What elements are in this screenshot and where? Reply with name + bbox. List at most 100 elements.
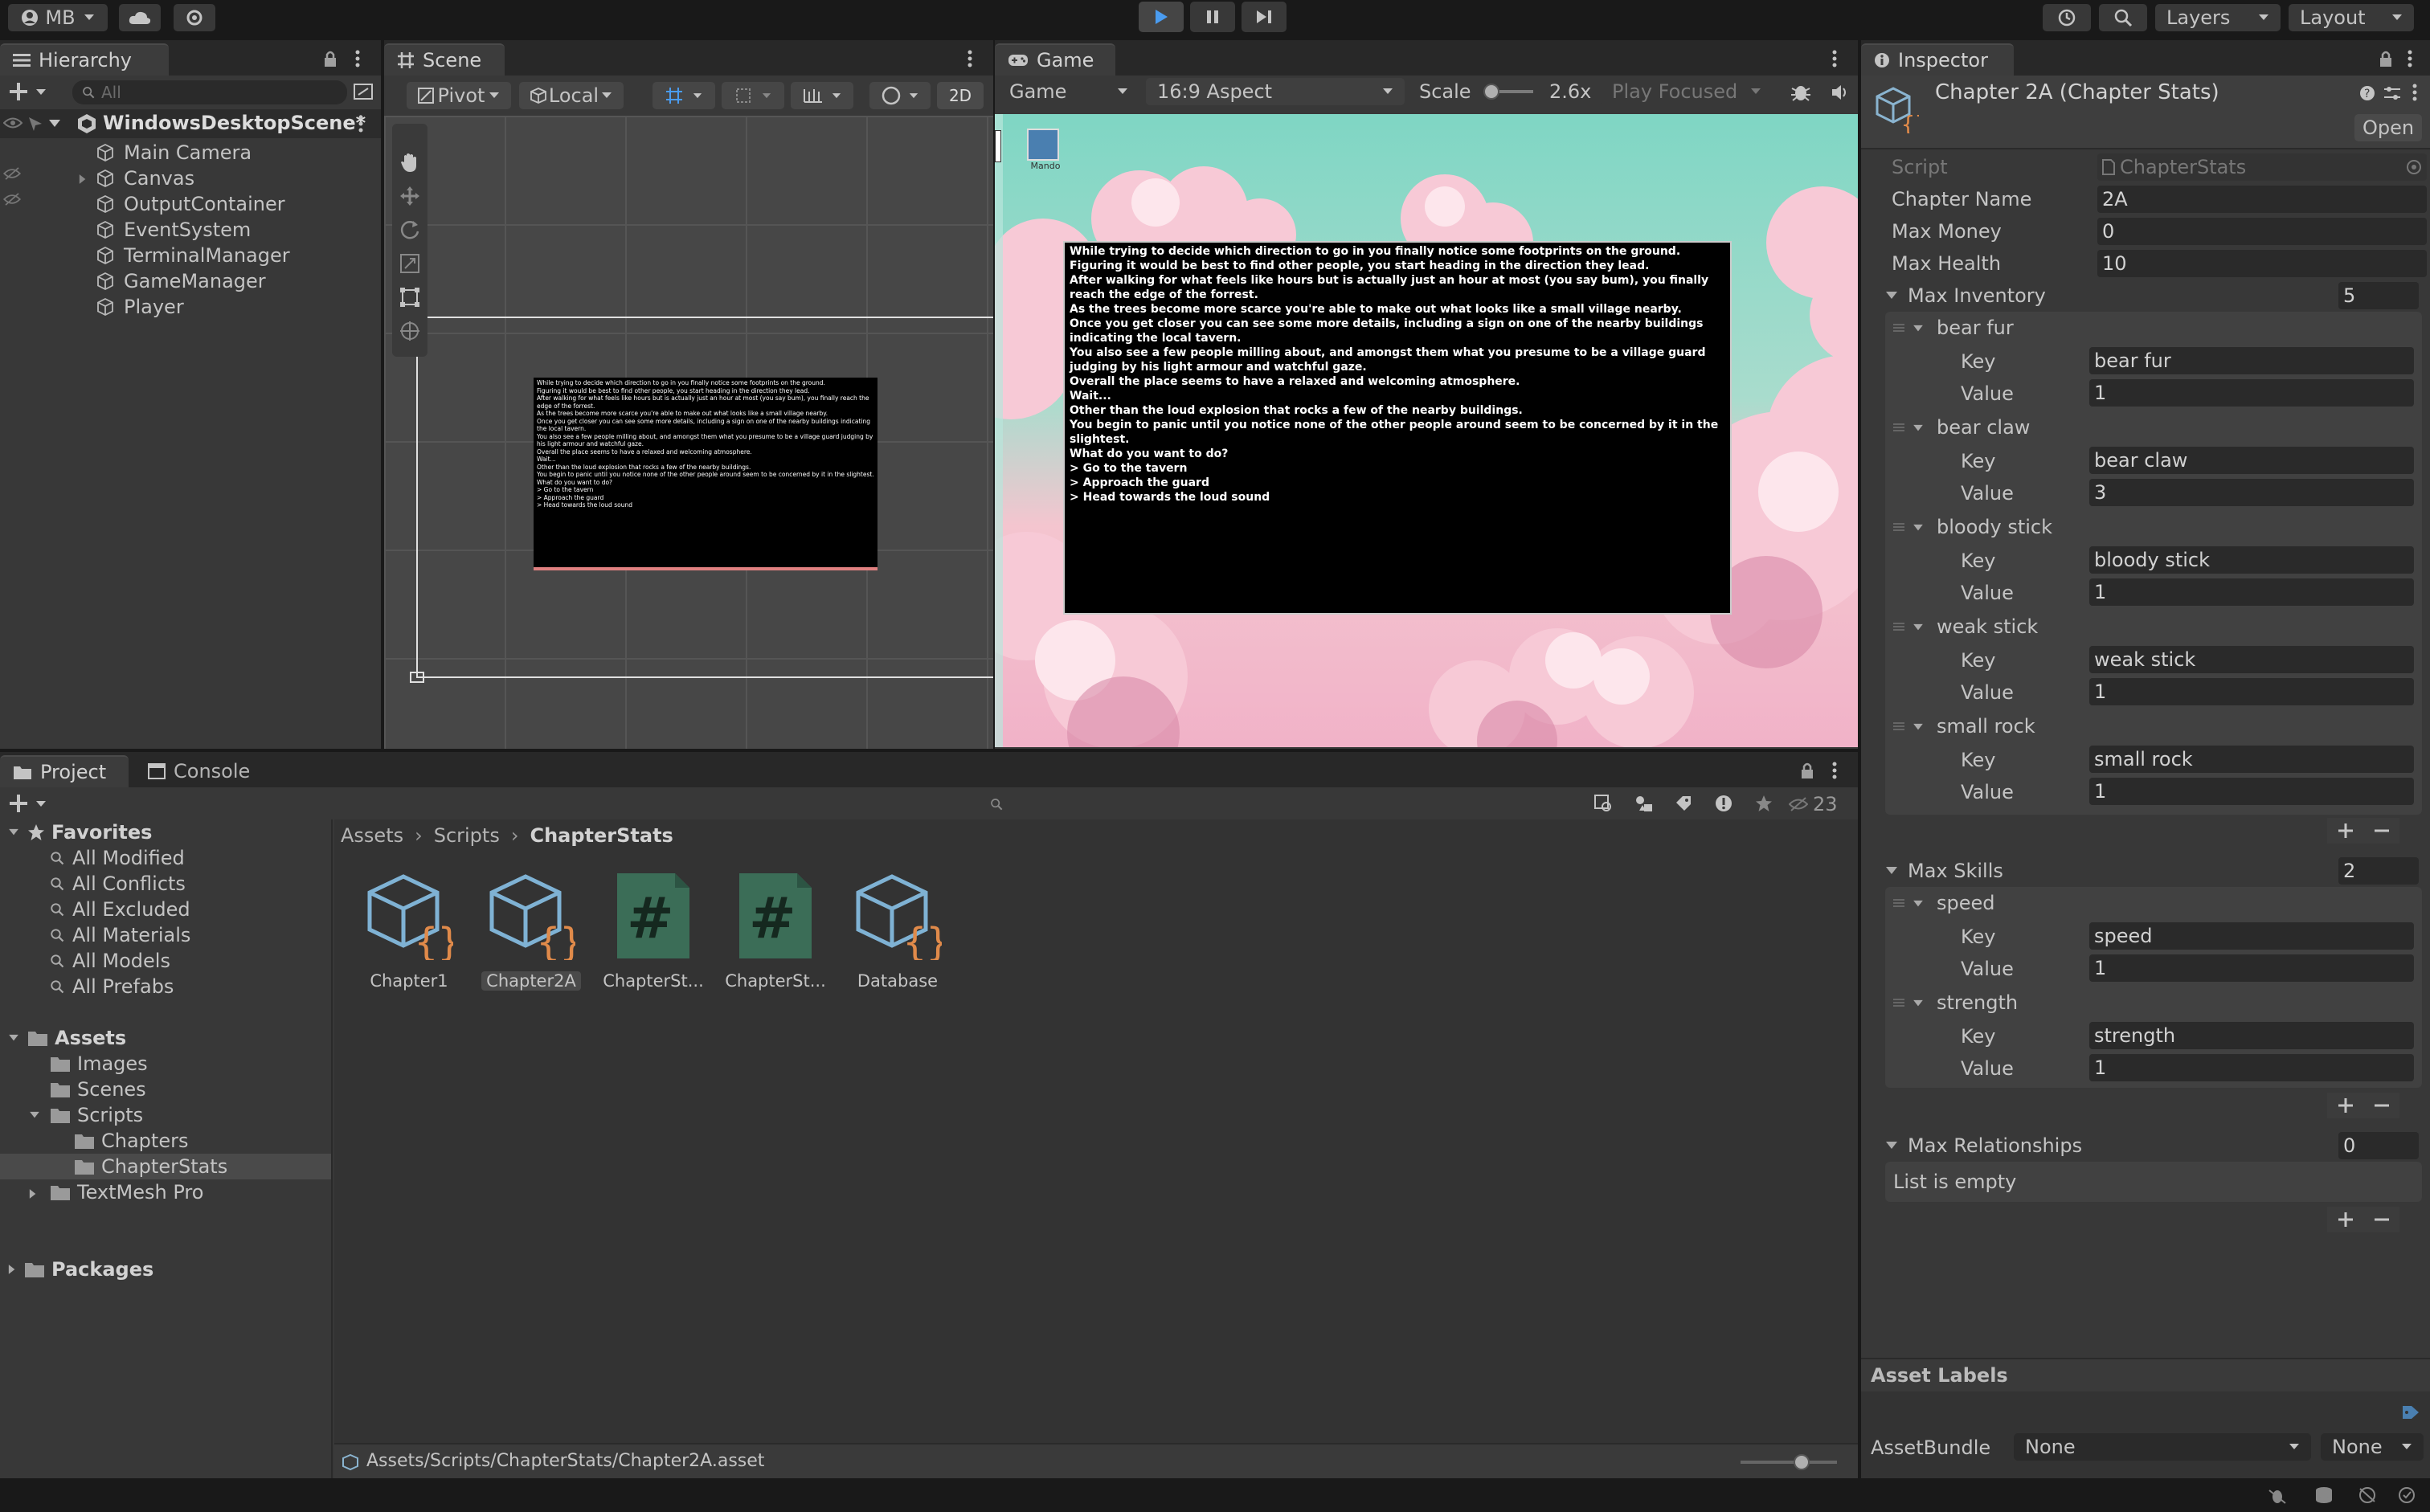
warning-filter-icon[interactable] bbox=[1715, 795, 1732, 812]
transform-tool-icon[interactable] bbox=[399, 320, 421, 342]
scale-slider-thumb[interactable] bbox=[1483, 84, 1499, 100]
key-field[interactable]: bear claw bbox=[2089, 447, 2414, 474]
terminal-window[interactable]: While trying to decide which direction t… bbox=[1063, 241, 1732, 615]
favorites-row[interactable]: Favorites bbox=[8, 819, 152, 845]
hierarchy-item[interactable]: Player bbox=[0, 294, 381, 320]
expand-arrow-icon[interactable] bbox=[1912, 623, 1924, 631]
preset-icon[interactable] bbox=[2383, 85, 2401, 101]
hierarchy-item[interactable]: OutputContainer bbox=[0, 191, 381, 217]
grid-snap-button[interactable] bbox=[652, 82, 715, 109]
max-health-field[interactable]: 10 bbox=[2097, 250, 2427, 277]
more-menu-icon[interactable] bbox=[358, 115, 363, 133]
value-field[interactable]: 3 bbox=[2089, 479, 2414, 506]
max-relationships-count[interactable]: 0 bbox=[2338, 1132, 2419, 1159]
lock-icon[interactable] bbox=[323, 50, 338, 67]
hierarchy-search-input[interactable]: All bbox=[72, 80, 347, 104]
asset-item[interactable]: # ChapterSt... bbox=[593, 868, 714, 991]
hierarchy-item[interactable]: TerminalManager bbox=[0, 243, 381, 268]
bug-reporter-icon[interactable] bbox=[2268, 1486, 2287, 1504]
expand-arrow-icon[interactable] bbox=[1912, 424, 1924, 432]
favorite-item[interactable]: All Materials bbox=[50, 922, 190, 948]
value-field[interactable]: 1 bbox=[2089, 954, 2414, 982]
max-skills-count[interactable]: 2 bbox=[2338, 857, 2419, 885]
hierarchy-item[interactable]: EventSystem bbox=[0, 217, 381, 243]
filter-by-type-icon[interactable] bbox=[1634, 795, 1654, 812]
project-search-input[interactable] bbox=[418, 792, 1575, 816]
expand-arrow-icon[interactable] bbox=[1912, 325, 1924, 333]
drag-handle-icon[interactable] bbox=[1893, 998, 1904, 1007]
folder-item[interactable]: ChapterStats bbox=[74, 1154, 227, 1179]
value-field[interactable]: 1 bbox=[2089, 379, 2414, 407]
max-inventory-header[interactable]: Max Inventory 5 bbox=[1885, 281, 2422, 310]
rect-tool-icon[interactable] bbox=[399, 286, 421, 309]
value-field[interactable]: 1 bbox=[2089, 578, 2414, 606]
search-button[interactable] bbox=[2099, 4, 2147, 31]
folder-item[interactable]: Chapters bbox=[74, 1128, 188, 1154]
cache-server-icon[interactable] bbox=[2314, 1486, 2334, 1504]
expand-arrow-right-icon[interactable] bbox=[79, 174, 87, 185]
value-field[interactable]: 1 bbox=[2089, 778, 2414, 805]
rotate-tool-icon[interactable] bbox=[399, 219, 421, 241]
drag-handle-icon[interactable] bbox=[1893, 721, 1904, 731]
desktop-icon[interactable]: Mando bbox=[1027, 129, 1064, 171]
2d-toggle-button[interactable]: 2D bbox=[937, 82, 984, 109]
scene-root-row[interactable]: WindowsDesktopScene* bbox=[0, 109, 381, 138]
assets-root-row[interactable]: Assets bbox=[8, 1025, 126, 1051]
network-icon[interactable] bbox=[2358, 1486, 2377, 1504]
pivot-dropdown[interactable]: Pivot bbox=[407, 82, 511, 109]
key-field[interactable]: bear fur bbox=[2089, 347, 2414, 374]
lock-icon[interactable] bbox=[2379, 50, 2393, 67]
favorite-item[interactable]: All Models bbox=[50, 948, 170, 974]
add-icon[interactable] bbox=[10, 83, 27, 100]
more-menu-icon[interactable] bbox=[355, 50, 360, 67]
tab-hierarchy[interactable]: Hierarchy bbox=[0, 43, 169, 76]
favorite-item[interactable]: All Excluded bbox=[50, 897, 190, 922]
add-element-icon[interactable] bbox=[2338, 1098, 2353, 1113]
display-dropdown[interactable]: Game bbox=[998, 78, 1139, 105]
more-menu-icon[interactable] bbox=[2408, 50, 2412, 67]
visibility-icon[interactable] bbox=[3, 167, 21, 180]
expand-arrow-icon[interactable] bbox=[1912, 900, 1924, 908]
filter-by-label-icon[interactable] bbox=[1675, 795, 1692, 812]
expand-arrow-icon[interactable] bbox=[1912, 723, 1924, 731]
asset-variant-dropdown[interactable]: None bbox=[2321, 1433, 2424, 1461]
drag-handle-icon[interactable] bbox=[1893, 323, 1904, 333]
tab-console[interactable]: Console bbox=[135, 755, 272, 787]
draw-mode-button[interactable] bbox=[869, 82, 931, 109]
collab-button[interactable] bbox=[174, 4, 215, 31]
increment-snap-button[interactable] bbox=[722, 82, 784, 109]
favorite-star-icon[interactable] bbox=[1755, 795, 1773, 812]
lock-icon[interactable] bbox=[1800, 762, 1814, 779]
tab-scene[interactable]: Scene bbox=[384, 43, 505, 76]
add-element-icon[interactable] bbox=[2338, 1212, 2353, 1227]
chapter-name-field[interactable]: 2A bbox=[2097, 186, 2427, 213]
packages-row[interactable]: Packages bbox=[8, 1257, 153, 1282]
max-inventory-count[interactable]: 5 bbox=[2338, 282, 2419, 309]
pause-button[interactable] bbox=[1190, 2, 1235, 32]
folder-item[interactable]: Images bbox=[50, 1051, 148, 1077]
more-menu-icon[interactable] bbox=[1832, 762, 1837, 779]
local-dropdown[interactable]: Local bbox=[519, 82, 624, 109]
cloud-button[interactable] bbox=[119, 4, 161, 31]
audio-mute-icon[interactable] bbox=[1831, 84, 1850, 101]
search-by-type-icon[interactable] bbox=[1594, 795, 1614, 812]
add-icon[interactable] bbox=[10, 795, 27, 812]
remove-element-icon[interactable] bbox=[2374, 1212, 2389, 1227]
folder-item[interactable]: TextMesh Pro bbox=[29, 1179, 203, 1205]
favorite-item[interactable]: All Conflicts bbox=[50, 871, 186, 897]
hierarchy-item[interactable]: Main Camera bbox=[0, 140, 381, 166]
open-button[interactable]: Open bbox=[2354, 114, 2422, 141]
chevron-down-icon[interactable] bbox=[35, 800, 47, 808]
help-icon[interactable]: ? bbox=[2359, 85, 2375, 101]
add-element-icon[interactable] bbox=[2338, 823, 2353, 838]
icon-size-slider-thumb[interactable] bbox=[1794, 1454, 1810, 1470]
key-field[interactable]: small rock bbox=[2089, 746, 2414, 773]
scale-tool-icon[interactable] bbox=[399, 252, 421, 275]
layout-dropdown[interactable]: Layout bbox=[2289, 4, 2414, 31]
auto-refresh-icon[interactable] bbox=[2398, 1486, 2416, 1504]
account-dropdown[interactable]: MB bbox=[8, 4, 108, 31]
favorite-item[interactable]: All Modified bbox=[50, 845, 185, 871]
more-menu-icon[interactable] bbox=[968, 50, 972, 67]
breadcrumb-item[interactable]: Scripts bbox=[434, 824, 500, 847]
ruler-button[interactable] bbox=[791, 82, 853, 109]
